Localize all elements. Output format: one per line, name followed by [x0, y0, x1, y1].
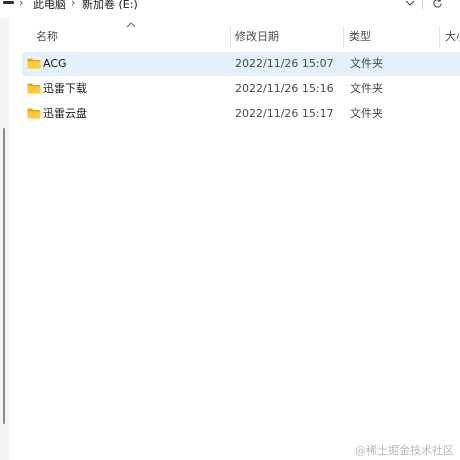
address-divider — [422, 0, 423, 10]
file-row-xunlei-download[interactable]: 迅雷下载 2022/11/26 15:16 文件夹 — [22, 77, 460, 101]
watermark: @稀土掘金技术社区 — [355, 444, 454, 457]
column-header: 名称 修改日期 类型 大小 — [10, 22, 460, 50]
breadcrumb-separator-icon: › — [71, 0, 76, 9]
file-explorer-window: › 此电脑 › 新加卷 (E:) 名称 修改日期 类型 大小 — [0, 0, 460, 460]
chevron-down-icon[interactable] — [402, 0, 418, 11]
breadcrumb-this-pc[interactable]: 此电脑 — [33, 0, 66, 12]
file-type: 文件夹 — [350, 57, 383, 70]
file-modified: 2022/11/26 15:16 — [235, 82, 334, 95]
file-name: 迅雷云盘 — [43, 107, 87, 120]
navigation-scrollbar[interactable] — [3, 128, 5, 424]
address-bar[interactable]: › 此电脑 › 新加卷 (E:) — [0, 0, 460, 14]
file-name: ACG — [43, 57, 67, 70]
file-row-xunlei-cloud[interactable]: 迅雷云盘 2022/11/26 15:17 文件夹 — [22, 102, 460, 126]
column-name[interactable]: 名称 — [30, 24, 230, 50]
column-size[interactable]: 大小 — [439, 24, 460, 50]
drive-icon — [3, 1, 14, 4]
column-type[interactable]: 类型 — [343, 24, 439, 50]
navigation-pane — [0, 18, 9, 460]
file-row-acg[interactable]: ACG 2022/11/26 15:07 文件夹 — [22, 52, 460, 76]
file-modified: 2022/11/26 15:07 — [235, 57, 334, 70]
breadcrumb-drive-e[interactable]: 新加卷 (E:) — [82, 0, 138, 12]
breadcrumb-separator-icon: › — [19, 0, 24, 9]
file-type: 文件夹 — [350, 107, 383, 120]
file-type: 文件夹 — [350, 82, 383, 95]
folder-icon — [27, 108, 41, 119]
folder-icon — [27, 83, 41, 94]
folder-icon — [27, 58, 41, 69]
column-modified[interactable]: 修改日期 — [229, 24, 343, 50]
file-modified: 2022/11/26 15:17 — [235, 107, 334, 120]
file-name: 迅雷下载 — [43, 82, 87, 95]
refresh-icon[interactable] — [428, 0, 446, 11]
file-list: ACG 2022/11/26 15:07 文件夹 迅雷下载 2022/11/26… — [22, 52, 460, 127]
